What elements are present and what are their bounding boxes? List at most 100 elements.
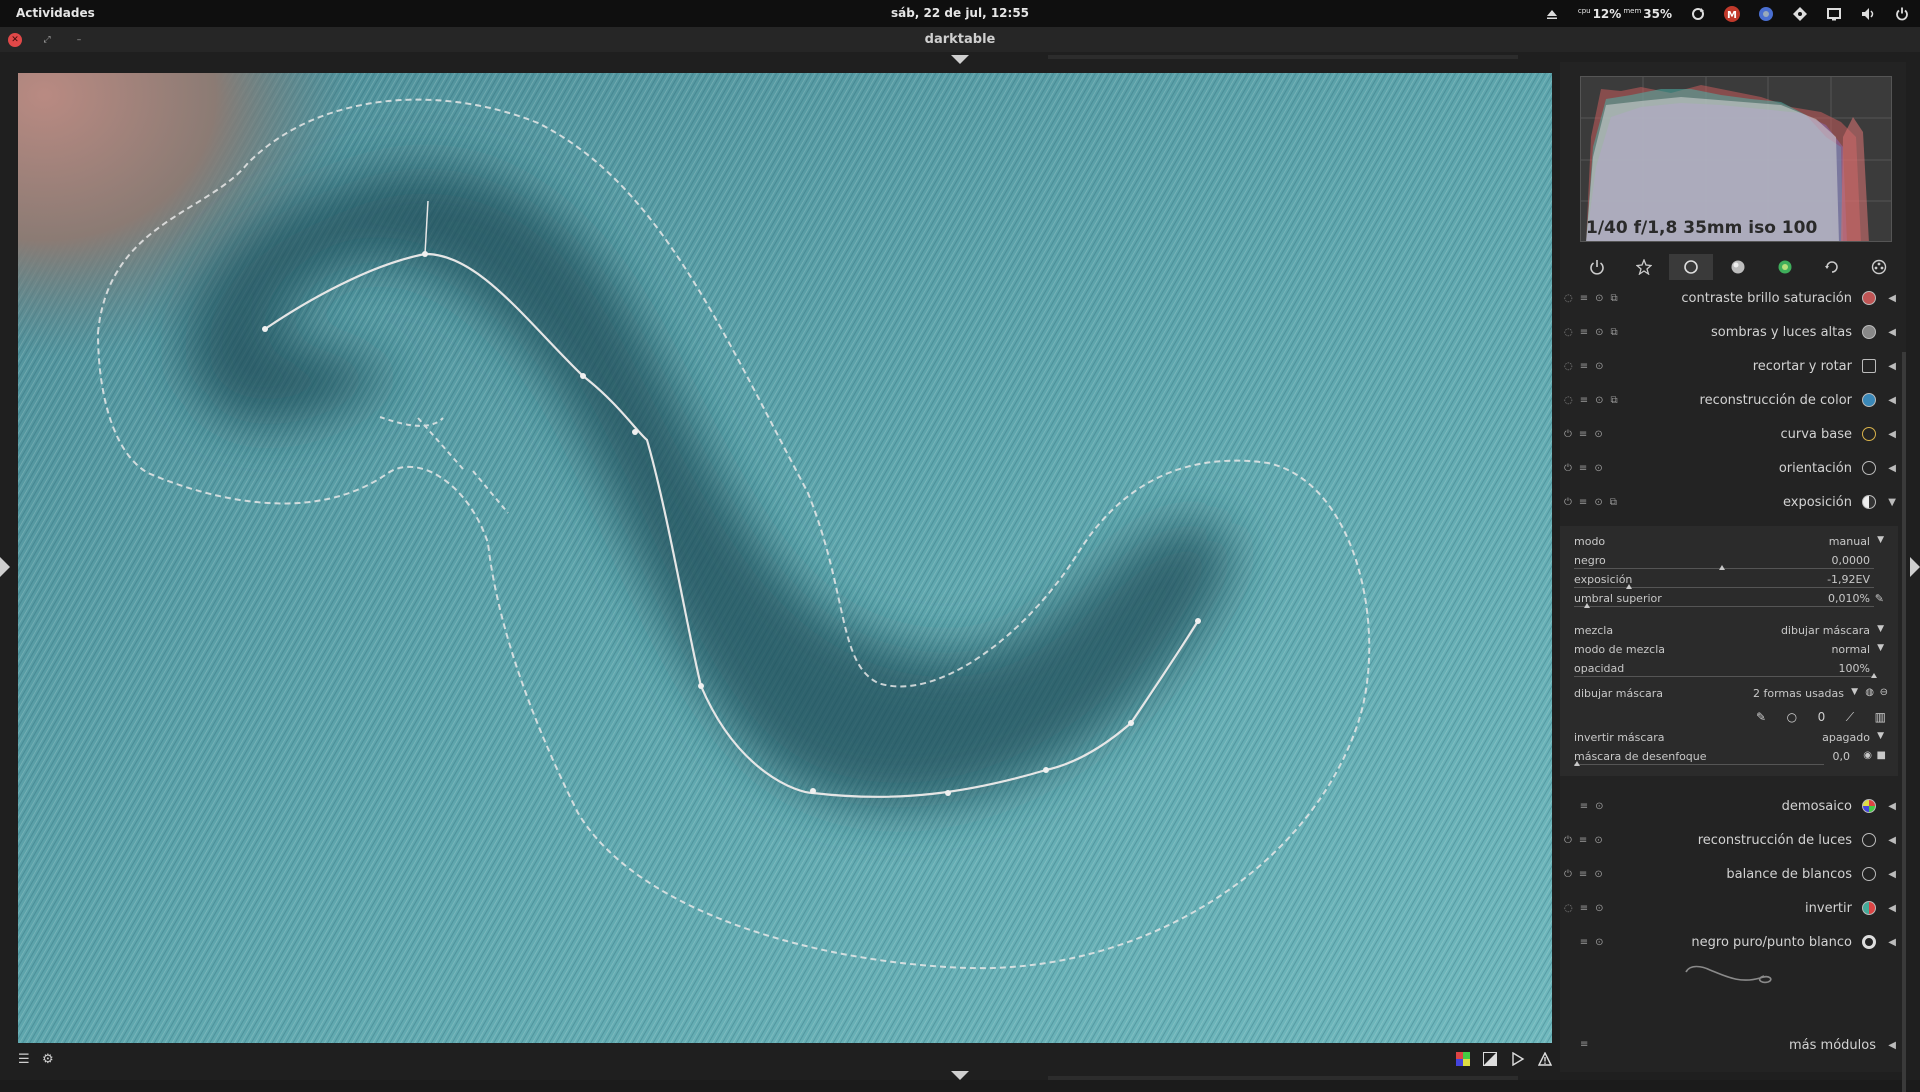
gamut-check-icon[interactable] — [1537, 1051, 1553, 1070]
enable-toggle-icon[interactable]: ◌ — [1564, 903, 1573, 914]
reset-icon[interactable]: ⊙ — [1594, 463, 1602, 474]
app-indicator-icon[interactable] — [1758, 6, 1774, 22]
expand-icon[interactable]: ◀ — [1888, 903, 1896, 914]
reset-icon[interactable]: ⊙ — [1594, 497, 1602, 508]
enable-toggle-icon[interactable]: ◌ — [1564, 293, 1573, 304]
mask-display-icon[interactable]: ■ — [1877, 750, 1886, 761]
enable-toggle-icon[interactable]: ⏻ — [1564, 429, 1572, 440]
expand-icon[interactable]: ◀ — [1888, 293, 1896, 304]
module-highlight-reconstruction[interactable]: ⏻ ≡ ⊙ reconstrucción de luces ◀ — [1560, 823, 1900, 857]
presets-icon[interactable]: ≡ — [1579, 869, 1587, 880]
mask-toggle-icon[interactable]: ⊖ — [1880, 687, 1888, 698]
tab-favorites[interactable] — [1622, 254, 1666, 280]
tab-active-modules[interactable] — [1575, 254, 1619, 280]
presets-icon[interactable]: ≡ — [1579, 835, 1587, 846]
tab-base[interactable] — [1669, 254, 1713, 280]
top-panel-toggle-icon[interactable] — [951, 55, 969, 64]
expand-icon[interactable]: ◀ — [1888, 429, 1896, 440]
enable-toggle-icon[interactable]: ◌ — [1564, 327, 1573, 338]
presets-icon[interactable]: ≡ — [1580, 361, 1588, 372]
presets-icon[interactable]: ≡ — [1580, 327, 1588, 338]
mask-blur-slider[interactable]: máscara de desenfoque 0,0 ◉ ■ — [1574, 750, 1890, 766]
instance-icon[interactable]: ⧉ — [1611, 395, 1618, 406]
module-demosaic[interactable]: ◌≡⊙ demosaico ◀ — [1560, 789, 1900, 823]
tab-tone[interactable] — [1716, 254, 1760, 280]
expand-icon[interactable]: ◀ — [1888, 937, 1896, 948]
softproof-icon[interactable] — [1511, 1051, 1525, 1070]
reset-icon[interactable]: ⊙ — [1595, 937, 1603, 948]
histogram[interactable]: 1/40 f/1,8 35mm iso 100 — [1580, 76, 1892, 242]
module-rawprepare[interactable]: ◌≡⊙ negro puro/punto blanco ◀ — [1560, 925, 1900, 959]
ellipse-shape-icon[interactable]: 0 — [1818, 710, 1826, 724]
instance-icon[interactable]: ⧉ — [1611, 293, 1618, 304]
slider-knob[interactable] — [1574, 761, 1580, 766]
opacity-slider[interactable]: opacidad 100% — [1574, 662, 1890, 678]
enable-toggle-icon[interactable]: ◌ — [1564, 361, 1573, 372]
brush-icon[interactable]: ✎ — [1756, 710, 1766, 724]
expand-icon[interactable]: ◀ — [1888, 835, 1896, 846]
network-icon[interactable] — [1792, 6, 1808, 22]
bottom-panel-toggle-icon[interactable] — [951, 1071, 969, 1080]
exposure-slider[interactable]: exposición -1,92EV — [1574, 573, 1890, 589]
module-color-reconstruction[interactable]: ◌ ≡ ⊙ ⧉ reconstrucción de color ◀ — [1560, 383, 1900, 417]
module-orientation[interactable]: ⏻ ≡ ⊙ orientación ◀ — [1560, 451, 1900, 485]
styles-icon[interactable]: ⚙ — [42, 1052, 54, 1067]
reset-icon[interactable]: ⊙ — [1594, 869, 1602, 880]
right-panel-toggle-icon[interactable] — [1910, 557, 1920, 577]
presets-icon[interactable]: ≡ — [1579, 429, 1587, 440]
draw-mask-row[interactable]: dibujar máscara 2 formas usadas ▼ ◍ ⊖ — [1574, 687, 1890, 703]
presets-icon[interactable]: ≡ — [1580, 395, 1588, 406]
picker-icon[interactable]: ✎ — [1875, 592, 1884, 605]
blend-mode-combobox[interactable]: modo de mezcla normal ▼ — [1574, 643, 1890, 659]
tab-color[interactable] — [1763, 254, 1807, 280]
presets-icon[interactable]: ≡ — [1580, 937, 1588, 948]
module-white-balance[interactable]: ⏻ ≡ ⊙ balance de blancos ◀ — [1560, 857, 1900, 891]
enable-toggle-icon[interactable]: ⏻ — [1564, 497, 1572, 508]
presets-icon[interactable]: ≡ — [1580, 1039, 1588, 1050]
tab-correct[interactable] — [1810, 254, 1854, 280]
module-invert[interactable]: ◌ ≡ ⊙ invertir ◀ — [1560, 891, 1900, 925]
blend-combobox[interactable]: mezcla dibujar máscara ▼ — [1574, 624, 1890, 640]
eye-icon[interactable]: ◉ — [1863, 750, 1872, 761]
volume-icon[interactable] — [1860, 6, 1876, 22]
enable-toggle-icon[interactable]: ⏻ — [1564, 463, 1572, 474]
black-slider[interactable]: negro 0,0000 — [1574, 554, 1890, 570]
reset-icon[interactable]: ⊙ — [1595, 327, 1603, 338]
presets-icon[interactable]: ≡ — [1579, 463, 1587, 474]
module-shadows-highlights[interactable]: ◌ ≡ ⊙ ⧉ sombras y luces altas ◀ — [1560, 315, 1900, 349]
path-shape-icon[interactable]: ⟋ — [1846, 710, 1854, 725]
overexposure-icon[interactable] — [1483, 1052, 1497, 1070]
expand-icon[interactable]: ◀ — [1888, 463, 1896, 474]
module-crop-rotate[interactable]: ◌ ≡ ⊙ recortar y rotar ◀ — [1560, 349, 1900, 383]
activities-button[interactable]: Actividades — [16, 6, 95, 20]
reset-icon[interactable]: ⊙ — [1595, 801, 1603, 812]
left-panel-toggle-icon[interactable] — [0, 557, 10, 577]
slider-knob[interactable] — [1871, 673, 1877, 678]
reset-icon[interactable]: ⊙ — [1594, 429, 1602, 440]
enable-toggle-icon[interactable]: ◌ — [1564, 395, 1573, 406]
panel-scrollbar[interactable] — [1902, 352, 1906, 1092]
module-exposure[interactable]: ⏻ ≡ ⊙ ⧉ exposición ▼ — [1560, 485, 1900, 519]
screen-icon[interactable] — [1826, 6, 1842, 22]
color-assessment-icon[interactable] — [1456, 1052, 1470, 1070]
presets-icon[interactable]: ≡ — [1580, 801, 1588, 812]
edited-photo[interactable] — [18, 73, 1552, 1043]
expand-icon[interactable]: ◀ — [1888, 395, 1896, 406]
expand-icon[interactable]: ◀ — [1888, 1040, 1896, 1051]
invert-mask-combobox[interactable]: invertir máscara apagado ▼ — [1574, 731, 1890, 747]
slider-knob[interactable] — [1719, 565, 1725, 570]
reset-icon[interactable]: ⊙ — [1594, 835, 1602, 846]
enable-toggle-icon[interactable]: ⏻ — [1564, 835, 1572, 846]
tab-effects[interactable] — [1857, 254, 1901, 280]
presets-icon[interactable]: ≡ — [1579, 497, 1587, 508]
mail-icon[interactable]: M — [1724, 6, 1740, 22]
expand-icon[interactable]: ◀ — [1888, 361, 1896, 372]
more-modules-row[interactable]: ≡ más módulos ◀ — [1560, 1032, 1906, 1060]
mask-edit-icon[interactable]: ◍ — [1865, 687, 1874, 698]
presets-icon[interactable]: ≡ — [1580, 903, 1588, 914]
cpu-meter[interactable]: cpu 12% mem 35% — [1578, 7, 1672, 21]
expand-icon[interactable]: ◀ — [1888, 327, 1896, 338]
reset-icon[interactable]: ⊙ — [1595, 293, 1603, 304]
enable-toggle-icon[interactable]: ⏻ — [1564, 869, 1572, 880]
module-contrast[interactable]: ◌ ≡ ⊙ ⧉ contraste brillo saturación ◀ — [1560, 281, 1900, 315]
